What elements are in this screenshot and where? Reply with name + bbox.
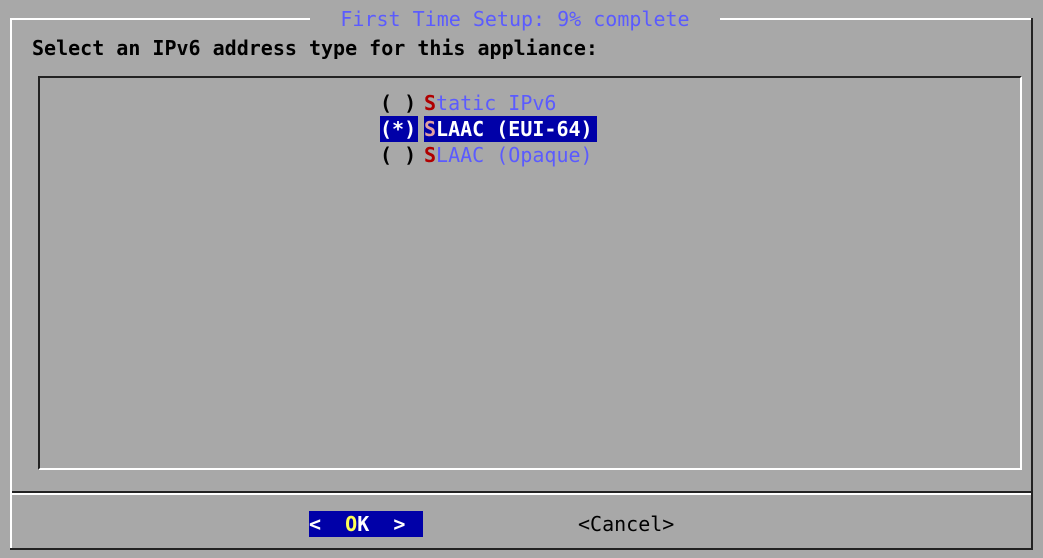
option-label-text: LAAC (EUI-64) (436, 117, 593, 141)
dialog-border-right (1031, 18, 1033, 548)
dialog-border-top-left (10, 18, 310, 20)
dialog-prompt: Select an IPv6 address type for this app… (32, 36, 598, 60)
button-separator (12, 491, 1031, 495)
ok-button[interactable]: < OK > (309, 511, 423, 537)
hotkey-letter: S (424, 91, 437, 115)
radio-slaac-eui64[interactable]: (*) (380, 116, 418, 142)
option-slaac-opaque[interactable]: ( ) SLAAC (Opaque) (380, 142, 597, 168)
dialog-border-left (10, 18, 12, 548)
ok-label-rest: K (357, 512, 370, 536)
option-static-ipv6[interactable]: ( ) Static IPv6 (380, 90, 597, 116)
option-label-text: tatic IPv6 (436, 91, 557, 115)
dialog-title: First Time Setup: 9% complete (340, 7, 690, 31)
hotkey-letter: S (424, 143, 437, 167)
ok-right-bracket: > (369, 512, 406, 536)
option-label-slaac-eui64[interactable]: SLAAC (EUI-64) (424, 116, 597, 142)
cancel-button[interactable]: <Cancel> (578, 511, 674, 537)
hotkey-letter: S (424, 117, 437, 141)
dialog-border-top-right (720, 18, 1033, 20)
setup-screen: First Time Setup: 9% complete Select an … (0, 0, 1043, 558)
ok-left-bracket: < (309, 512, 334, 536)
option-list: ( ) Static IPv6 (*) SLAAC (EUI-64) ( ) S… (380, 90, 597, 168)
radio-slaac-opaque[interactable]: ( ) (380, 142, 424, 168)
radio-static-ipv6[interactable]: ( ) (380, 90, 424, 116)
dialog-border-bottom (10, 548, 1033, 550)
option-label-slaac-opaque[interactable]: SLAAC (Opaque) (424, 142, 593, 168)
option-label-text: LAAC (Opaque) (436, 143, 593, 167)
option-label-static-ipv6[interactable]: Static IPv6 (424, 90, 556, 116)
option-slaac-eui64[interactable]: (*) SLAAC (EUI-64) (380, 116, 597, 142)
ok-hotkey: O (345, 512, 358, 536)
